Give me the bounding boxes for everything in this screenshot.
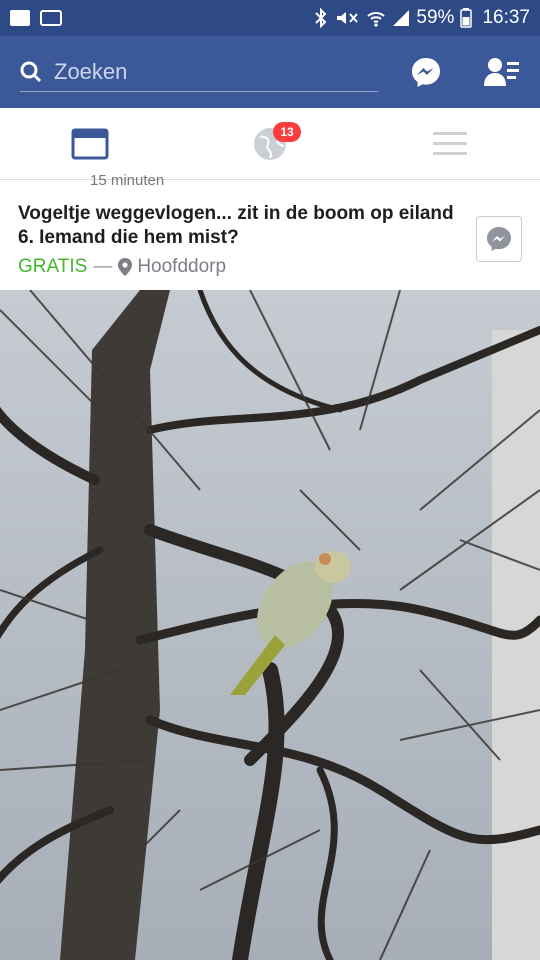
messenger-icon[interactable] (410, 56, 442, 88)
menu-icon (433, 131, 467, 155)
status-left-icons (10, 10, 62, 26)
mute-icon (337, 12, 359, 24)
post-timestamp: 15 minuten (90, 172, 165, 189)
outlook-icon (10, 10, 30, 26)
app-header: Zoeken (0, 36, 540, 108)
battery-icon (460, 8, 473, 28)
friend-requests-icon[interactable] (484, 56, 520, 88)
battery-percent: 59% (416, 7, 455, 28)
search-placeholder: Zoeken (54, 58, 128, 84)
post-photo[interactable] (0, 290, 540, 960)
status-right-icons: 59% 16:37 (314, 7, 530, 29)
messenger-icon (487, 227, 511, 251)
mail-icon (40, 10, 62, 26)
marketplace-post[interactable]: 15 minuten Vogeltje weggevlogen... zit i… (0, 172, 540, 290)
bluetooth-icon (315, 8, 327, 28)
search-icon (20, 61, 42, 82)
location-pin-icon (118, 258, 133, 276)
tab-menu[interactable] (405, 116, 495, 172)
tab-notifications[interactable]: 13 (225, 116, 315, 172)
tab-news-feed[interactable] (45, 116, 135, 172)
post-price: GRATIS (18, 256, 88, 277)
post-title[interactable]: Vogeltje weggevlogen... zit in de boom o… (18, 202, 458, 250)
search-input[interactable]: Zoeken (20, 52, 378, 92)
tab-bar: 13 (0, 108, 540, 180)
location-text: Hoofddorp (137, 256, 227, 277)
notification-badge: 13 (273, 121, 301, 142)
message-seller-button[interactable] (476, 216, 522, 262)
post-meta: GRATIS — Hoofddorp (18, 256, 226, 278)
bird-in-tree-image (0, 290, 540, 960)
news-feed-icon (71, 128, 109, 159)
clock: 16:37 (482, 7, 530, 28)
post-location: Hoofddorp (118, 256, 226, 278)
wifi-icon (367, 12, 386, 27)
meta-separator: — (93, 256, 113, 277)
status-bar: 59% 16:37 (0, 0, 540, 36)
signal-icon (393, 10, 410, 26)
